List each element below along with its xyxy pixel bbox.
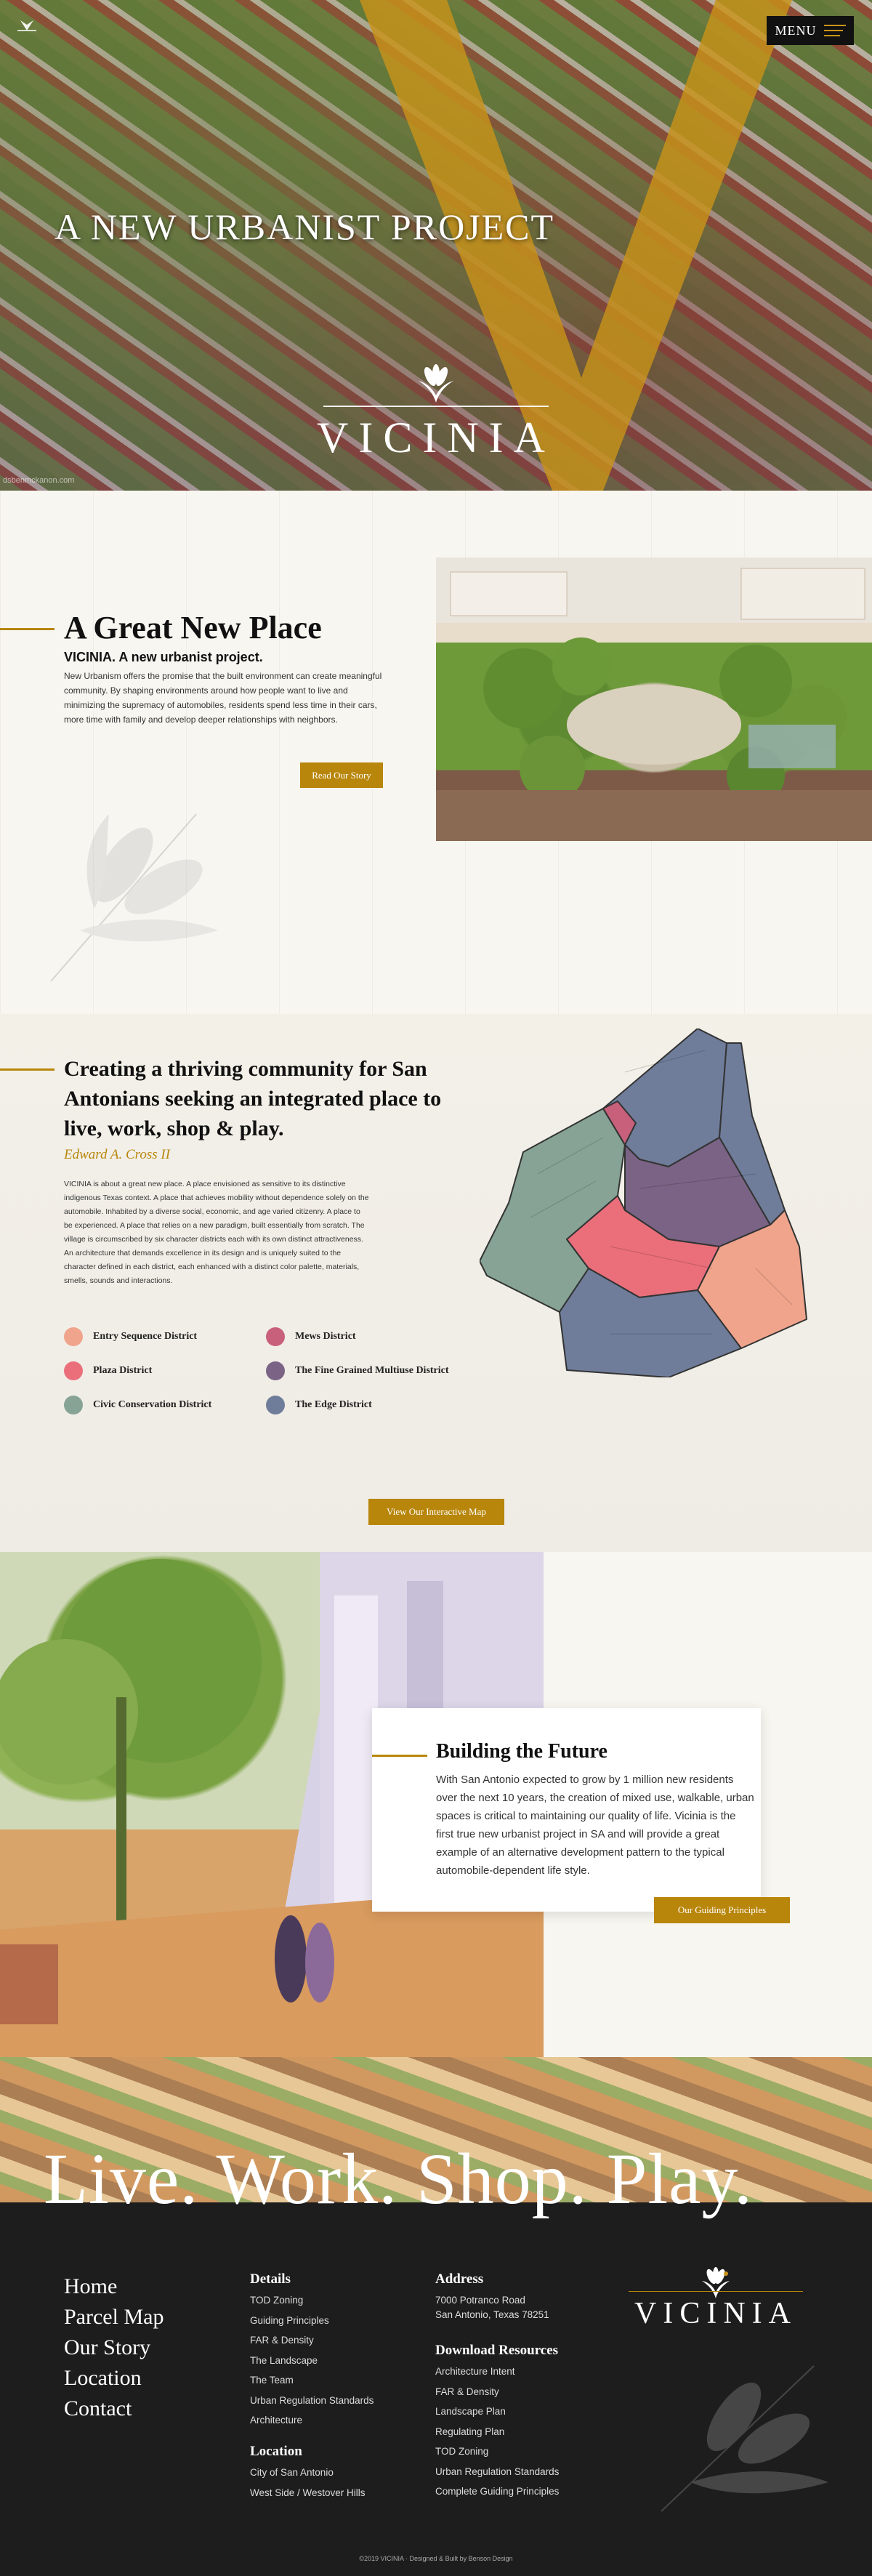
details-link[interactable]: The Landscape xyxy=(250,2351,374,2371)
location-link[interactable]: City of San Antonio xyxy=(250,2463,366,2483)
community-title: Creating a thriving community for San An… xyxy=(64,1057,442,1140)
location-heading: Location xyxy=(250,2444,302,2459)
legend-civic-conservation: Civic Conservation District xyxy=(64,1396,211,1414)
details-heading: Details xyxy=(250,2271,291,2287)
corn-decoration-icon xyxy=(50,813,218,982)
details-link[interactable]: FAR & Density xyxy=(250,2330,374,2351)
future-title: Building the Future xyxy=(436,1740,607,1763)
legend-label: Plaza District xyxy=(93,1365,153,1376)
downloads-list: Architecture Intent FAR & Density Landsc… xyxy=(435,2362,559,2502)
legend-label: Civic Conservation District xyxy=(93,1399,212,1410)
entry-sequence-swatch xyxy=(64,1327,83,1346)
download-link[interactable]: Architecture Intent xyxy=(435,2362,559,2382)
legend-edge: The Edge District xyxy=(266,1396,372,1414)
community-accent-rule xyxy=(0,1068,54,1071)
details-link[interactable]: Guiding Principles xyxy=(250,2311,374,2331)
intro-accent-rule xyxy=(0,628,54,630)
legend-entry-sequence: Entry Sequence District xyxy=(64,1327,197,1346)
legend-plaza: Plaza District xyxy=(64,1361,152,1380)
downloads-heading: Download Resources xyxy=(435,2343,559,2358)
details-link[interactable]: The Team xyxy=(250,2370,374,2391)
hamburger-icon xyxy=(823,25,846,36)
intro-subtitle: VICINIA. A new urbanist project. xyxy=(64,650,263,664)
footer-nav-location[interactable]: Location xyxy=(64,2363,164,2394)
download-link[interactable]: TOD Zoning xyxy=(435,2442,559,2462)
footer-logo[interactable]: VICINIA xyxy=(621,2266,810,2331)
guiding-principles-button[interactable]: Our Guiding Principles xyxy=(654,1897,790,1923)
read-our-story-button[interactable]: Read Our Story xyxy=(300,762,383,788)
site-logo-icon[interactable] xyxy=(15,16,39,36)
hero-title: A NEW URBANIST PROJECT xyxy=(54,206,555,247)
hero-logo: VICINIA xyxy=(291,363,581,463)
mews-swatch xyxy=(266,1327,285,1346)
view-interactive-map-button[interactable]: View Our Interactive Map xyxy=(368,1499,504,1525)
civic-conservation-swatch xyxy=(64,1396,83,1414)
menu-button[interactable]: MENU xyxy=(767,16,854,45)
legend-label: Mews District xyxy=(295,1331,356,1342)
footer-corn-decoration-icon xyxy=(661,2365,828,2512)
legend-label: Entry Sequence District xyxy=(93,1331,198,1342)
image-watermark: dsbenmckanon.com xyxy=(3,476,75,485)
district-map[interactable] xyxy=(480,1029,814,1377)
details-link[interactable]: Architecture xyxy=(250,2410,374,2431)
future-accent-rule xyxy=(372,1755,427,1757)
fine-grained-swatch xyxy=(266,1361,285,1380)
download-link[interactable]: Complete Guiding Principles xyxy=(435,2482,559,2502)
address-line-2: San Antonio, Texas 78251 xyxy=(435,2309,549,2320)
details-list: TOD Zoning Guiding Principles FAR & Dens… xyxy=(250,2290,374,2431)
menu-label: MENU xyxy=(775,23,817,38)
intro-body: New Urbanism offers the promise that the… xyxy=(64,671,382,725)
footer-nav-home[interactable]: Home xyxy=(64,2271,164,2302)
legend-mews: Mews District xyxy=(266,1327,356,1346)
future-body: With San Antonio expected to grow by 1 m… xyxy=(436,1774,754,1877)
download-link[interactable]: Urban Regulation Standards xyxy=(435,2462,559,2482)
legend-label: The Edge District xyxy=(295,1399,372,1410)
details-link[interactable]: TOD Zoning xyxy=(250,2290,374,2311)
plaza-swatch xyxy=(64,1361,83,1380)
hero-section: MENU A NEW URBANIST PROJECT VICINIA dsbe… xyxy=(0,0,872,491)
footer-nav-contact[interactable]: Contact xyxy=(64,2394,164,2424)
address-line-1: 7000 Potranco Road xyxy=(435,2295,525,2306)
intro-title: A Great New Place xyxy=(64,610,322,645)
download-link[interactable]: Landscape Plan xyxy=(435,2402,559,2422)
community-body: VICINIA is about a great new place. A pl… xyxy=(64,1180,369,1285)
download-link[interactable]: FAR & Density xyxy=(435,2382,559,2402)
banner-text: Live. Work. Shop. Play. xyxy=(44,2138,754,2219)
footer-nav-our-story[interactable]: Our Story xyxy=(64,2333,164,2363)
footer-logo-text: VICINIA xyxy=(634,2297,797,2330)
details-link[interactable]: Urban Regulation Standards xyxy=(250,2391,374,2411)
footer-nav: Home Parcel Map Our Story Location Conta… xyxy=(64,2271,164,2424)
plaza-aerial-image xyxy=(436,558,872,841)
address-heading: Address xyxy=(435,2271,484,2287)
footer-logo-divider xyxy=(629,2291,803,2292)
hero-logo-text: VICINIA xyxy=(317,414,555,462)
edge-swatch xyxy=(266,1396,285,1414)
community-author: Edward A. Cross II xyxy=(64,1147,171,1162)
copyright: ©2019 VICINIA · Designed & Built by Bens… xyxy=(359,2555,513,2562)
legend-fine-grained: The Fine Grained Multiuse District xyxy=(266,1361,449,1380)
address-block: 7000 Potranco Road San Antonio, Texas 78… xyxy=(435,2293,549,2322)
download-link[interactable]: Regulating Plan xyxy=(435,2422,559,2442)
legend-label: The Fine Grained Multiuse District xyxy=(295,1365,449,1376)
logo-divider xyxy=(323,406,549,407)
location-link[interactable]: West Side / Westover Hills xyxy=(250,2483,366,2503)
location-list: City of San Antonio West Side / Westover… xyxy=(250,2463,366,2503)
footer-nav-parcel-map[interactable]: Parcel Map xyxy=(64,2302,164,2333)
